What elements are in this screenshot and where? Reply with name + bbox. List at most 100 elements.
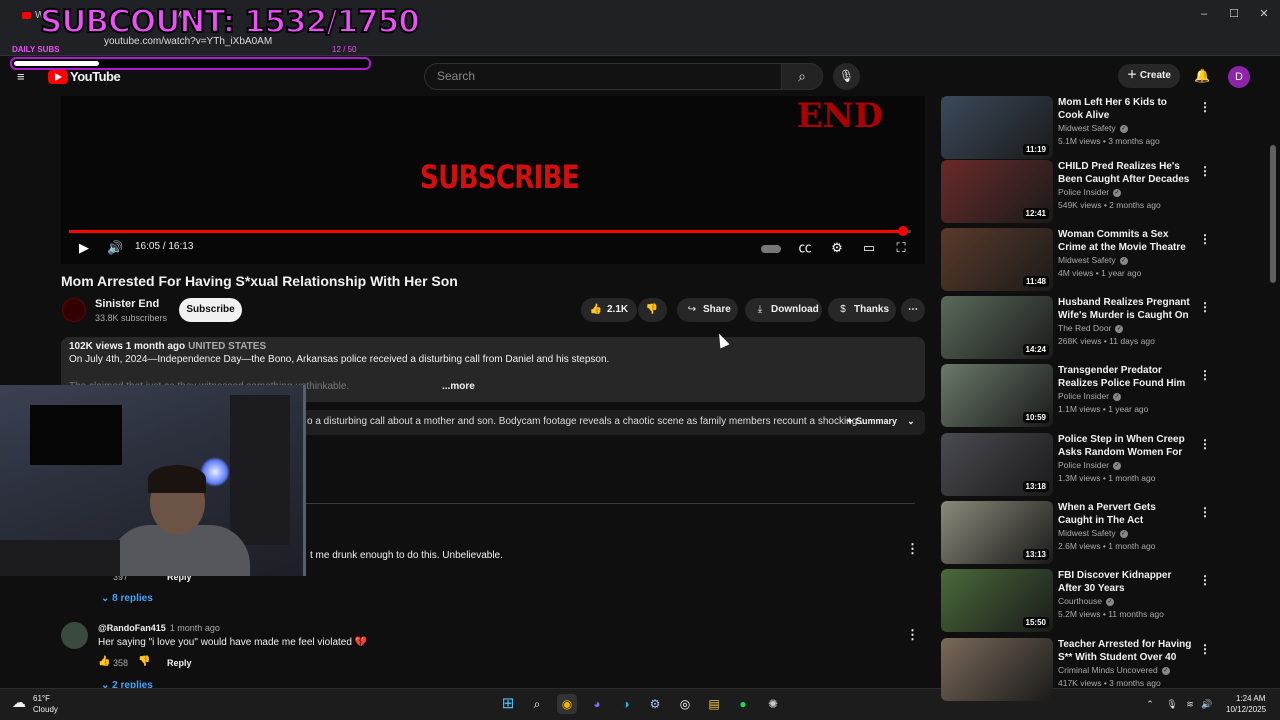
- video-title[interactable]: When a Pervert Gets Caught in The Act: [1058, 501, 1193, 527]
- description-more-link[interactable]: ...more: [442, 381, 475, 392]
- edge-icon[interactable]: ◑: [616, 694, 636, 714]
- video-title[interactable]: Police Step in When Creep Asks Random Wo…: [1058, 433, 1193, 459]
- end-screen-subscribe[interactable]: SUBSCRIBE: [420, 158, 580, 196]
- page-scrollbar[interactable]: [1270, 145, 1276, 283]
- video-title[interactable]: Teacher Arrested for Having S** With Stu…: [1058, 638, 1193, 664]
- recommended-video[interactable]: Teacher Arrested for Having S** With Stu…: [941, 638, 1211, 701]
- comment-2-like-icon[interactable]: 👍: [98, 656, 110, 667]
- comment-2-dislike-icon[interactable]: 👎: [138, 656, 150, 667]
- video-thumbnail[interactable]: 13:13: [941, 501, 1053, 564]
- recommended-video[interactable]: 10:59 Transgender Predator Realizes Polic…: [941, 364, 1211, 427]
- comment-1-replies-toggle[interactable]: ⌄ 8 replies: [101, 593, 153, 604]
- play-icon[interactable]: ▶: [76, 240, 92, 256]
- recommended-video[interactable]: 11:19 Mom Left Her 6 Kids to Cook Alive Mi…: [941, 96, 1211, 159]
- weather-icon[interactable]: ☁: [12, 694, 26, 711]
- subscribe-button[interactable]: Subscribe: [179, 298, 242, 322]
- recommended-video[interactable]: 14:24 Husband Realizes Pregnant Wife's Mu…: [941, 296, 1211, 359]
- summary-toggle[interactable]: ✦ Summary ⌄: [846, 416, 915, 427]
- theater-mode-icon[interactable]: ▭: [861, 240, 877, 256]
- youtube-logo-icon[interactable]: [48, 70, 68, 84]
- channel-name[interactable]: The Red Door ✓: [1058, 323, 1124, 333]
- video-thumbnail[interactable]: 11:19: [941, 96, 1053, 159]
- maximize-button[interactable]: ☐: [1224, 4, 1244, 24]
- video-title[interactable]: FBI Discover Kidnapper After 30 Years: [1058, 569, 1193, 595]
- captions-icon[interactable]: ㏄: [797, 240, 813, 256]
- recommended-video[interactable]: 15:50 FBI Discover Kidnapper After 30 Yea…: [941, 569, 1211, 632]
- volume-icon[interactable]: 🔊: [107, 240, 123, 256]
- video-thumbnail[interactable]: 13:18: [941, 433, 1053, 496]
- like-button[interactable]: 👍 2.1K: [581, 298, 637, 322]
- more-vert-icon[interactable]: ⋮: [1199, 100, 1211, 114]
- chrome-icon[interactable]: ◉: [557, 694, 577, 714]
- video-title[interactable]: Transgender Predator Realizes Police Fou…: [1058, 364, 1193, 390]
- dislike-button[interactable]: 👎: [638, 298, 667, 322]
- more-vert-icon[interactable]: ⋮: [1199, 368, 1211, 382]
- avatar[interactable]: D: [1228, 66, 1250, 88]
- video-title[interactable]: CHILD Pred Realizes He's Been Caught Aft…: [1058, 160, 1193, 186]
- file-explorer-icon[interactable]: ▤: [704, 694, 724, 714]
- video-title[interactable]: Woman Commits a Sex Crime at the Movie T…: [1058, 228, 1193, 254]
- video-thumbnail[interactable]: 11:48: [941, 228, 1053, 291]
- more-vert-icon[interactable]: ⋮: [1199, 437, 1211, 451]
- video-thumbnail[interactable]: 12:41: [941, 160, 1053, 223]
- hamburger-icon[interactable]: ≡: [17, 70, 31, 83]
- app-icon[interactable]: ✺: [763, 694, 783, 714]
- video-title[interactable]: Mom Left Her 6 Kids to Cook Alive: [1058, 96, 1193, 122]
- steam-icon[interactable]: ⚙: [645, 694, 665, 714]
- recommended-video[interactable]: 11:48 Woman Commits a Sex Crime at the Mo…: [941, 228, 1211, 291]
- scrubber-handle[interactable]: [897, 226, 908, 236]
- browser-icon[interactable]: ◎: [675, 694, 695, 714]
- location-tag[interactable]: UNITED STATES: [188, 341, 266, 352]
- settings-gear-icon[interactable]: ⚙: [829, 240, 845, 256]
- channel-name[interactable]: Midwest Safety ✓: [1058, 123, 1128, 133]
- channel-avatar[interactable]: [62, 298, 86, 322]
- channel-name[interactable]: Courthouse ✓: [1058, 596, 1114, 606]
- download-button[interactable]: ⤓ Download: [745, 298, 822, 322]
- weather-desc[interactable]: Cloudy: [33, 705, 58, 714]
- channel-name[interactable]: Police Insider ✓: [1058, 460, 1122, 470]
- comment-2-author[interactable]: @RandoFan415 1 month ago: [98, 623, 220, 633]
- video-title[interactable]: Husband Realizes Pregnant Wife's Murder …: [1058, 296, 1193, 322]
- clock-date[interactable]: 10/12/2025: [1226, 705, 1266, 714]
- more-vert-icon[interactable]: ⋮: [1199, 164, 1211, 178]
- video-thumbnail[interactable]: [941, 638, 1053, 701]
- close-window-button[interactable]: ✕: [1254, 4, 1274, 24]
- comment-1-menu-icon[interactable]: ⋮: [906, 542, 919, 556]
- recommended-video[interactable]: 13:18 Police Step in When Creep Asks Rand…: [941, 433, 1211, 496]
- more-vert-icon[interactable]: ⋮: [1199, 232, 1211, 246]
- comment-2-menu-icon[interactable]: ⋮: [906, 628, 919, 642]
- discord-icon[interactable]: ◕: [587, 694, 607, 714]
- video-thumbnail[interactable]: 10:59: [941, 364, 1053, 427]
- more-vert-icon[interactable]: ⋮: [1199, 573, 1211, 587]
- minimize-button[interactable]: –: [1194, 4, 1214, 24]
- comment-2-reply-button[interactable]: Reply: [167, 658, 192, 668]
- share-button[interactable]: ↪ Share: [677, 298, 738, 322]
- fullscreen-icon[interactable]: ⛶: [893, 240, 909, 256]
- mic-icon[interactable]: 🎙: [833, 63, 860, 90]
- create-button[interactable]: ＋ Create: [1118, 64, 1180, 88]
- channel-name[interactable]: Midwest Safety ✓: [1058, 255, 1128, 265]
- thanks-button[interactable]: $ Thanks: [828, 298, 896, 322]
- search-icon[interactable]: ⌕: [781, 63, 823, 90]
- clock-time[interactable]: 1:24 AM: [1236, 694, 1265, 703]
- channel-name[interactable]: Police Insider ✓: [1058, 187, 1122, 197]
- channel-name[interactable]: Sinister End: [95, 298, 159, 310]
- comment-2-handle[interactable]: @RandoFan415: [98, 623, 166, 633]
- video-progress-bar[interactable]: [69, 226, 911, 236]
- more-actions-button[interactable]: ⋯: [901, 298, 925, 322]
- recommended-video[interactable]: 12:41 CHILD Pred Realizes He's Been Caugh…: [941, 160, 1211, 223]
- channel-name[interactable]: Criminal Minds Uncovered ✓: [1058, 665, 1170, 675]
- bell-icon[interactable]: 🔔: [1194, 68, 1210, 84]
- taskbar-search-icon[interactable]: ⌕: [527, 694, 547, 714]
- comment-2-time[interactable]: 1 month ago: [170, 623, 220, 633]
- search-input[interactable]: Search: [424, 63, 782, 90]
- comment-2-avatar[interactable]: [61, 622, 88, 649]
- windows-start-icon[interactable]: ⊞: [498, 694, 518, 714]
- weather-temp[interactable]: 61°F: [33, 694, 50, 703]
- more-vert-icon[interactable]: ⋮: [1199, 300, 1211, 314]
- more-vert-icon[interactable]: ⋮: [1199, 642, 1211, 656]
- channel-name[interactable]: Midwest Safety ✓: [1058, 528, 1128, 538]
- video-thumbnail[interactable]: 15:50: [941, 569, 1053, 632]
- recommended-video[interactable]: 13:13 When a Pervert Gets Caught in The A…: [941, 501, 1211, 564]
- autoplay-toggle[interactable]: [760, 240, 782, 256]
